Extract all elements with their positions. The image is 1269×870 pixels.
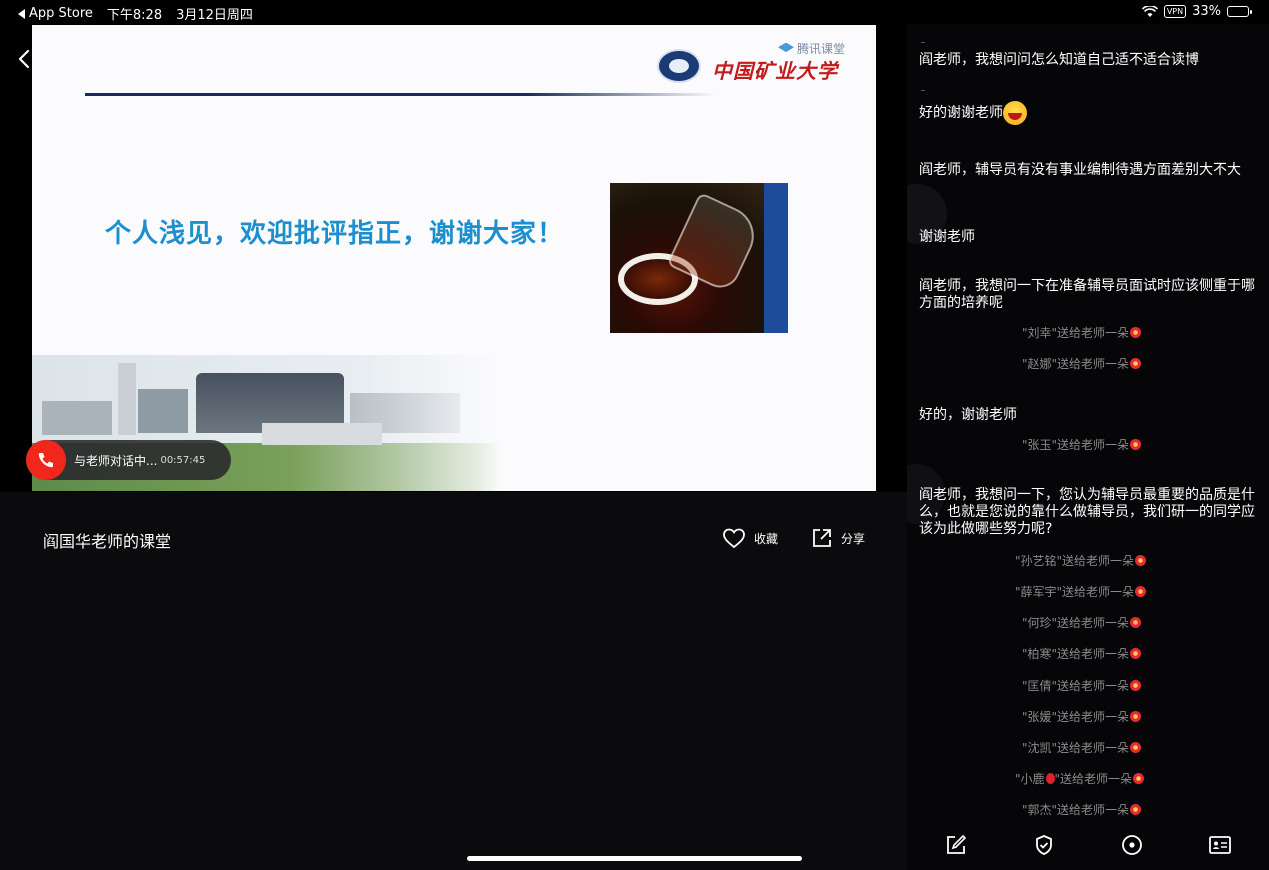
separator-dots — [921, 42, 925, 43]
gift-text: "匡倩"送给老师一朵 — [1022, 679, 1130, 693]
balloon-icon — [1045, 773, 1055, 784]
gift-notice: "赵娜"送给老师一朵 — [1022, 355, 1142, 372]
heart-icon — [723, 528, 745, 549]
gift-text: "薛军宇"送给老师一朵 — [1015, 585, 1135, 599]
gift-text: "孙艺铭"送给老师一朵 — [1015, 554, 1135, 568]
call-status-pill[interactable]: 与老师对话中... 00:57:45 — [26, 440, 231, 480]
gift-notice: "薛军宇"送给老师一朵 — [1015, 583, 1147, 600]
presentation-slide: 中国矿业大学 腾讯课堂 个人浅见，欢迎批评指正，谢谢大家！ — [32, 25, 876, 491]
flower-icon — [1130, 439, 1142, 450]
gift-notice: "匡倩"送给老师一朵 — [1022, 677, 1142, 694]
gift-text: "赵娜"送给老师一朵 — [1022, 357, 1130, 371]
flower-icon — [1130, 358, 1142, 369]
chat-message: 阎老师，我想问一下在准备辅导员面试时应该侧重于哪方面的培养呢 — [919, 278, 1255, 311]
battery-percent: 33% — [1192, 4, 1221, 19]
edit-icon[interactable] — [943, 832, 969, 858]
flower-icon — [1133, 773, 1145, 784]
favorite-button[interactable]: 收藏 — [722, 527, 778, 549]
favorite-label: 收藏 — [754, 531, 779, 546]
back-triangle-icon — [18, 8, 25, 19]
call-duration: 00:57:45 — [160, 454, 206, 466]
chat-message: 阎老师，辅导员有没有事业编制待遇方面差别大不大 — [919, 162, 1241, 178]
shield-icon[interactable] — [1031, 832, 1057, 858]
gift-notice: "小鹿 "送给老师一朵 — [1015, 770, 1145, 787]
chat-panel[interactable]: 阎老师，我想问问怎么知道自己适不适合读博 好的谢谢老师 阎老师，辅导员有没有事业… — [907, 24, 1269, 870]
status-date: 3月12日周四 — [176, 8, 253, 23]
campus-plaza — [262, 423, 382, 445]
separator-dots — [921, 90, 925, 91]
flower-icon — [1130, 648, 1142, 659]
wifi-icon — [1141, 5, 1158, 17]
gift-text: "小鹿 — [1015, 772, 1045, 786]
gift-text: "何珍"送给老师一朵 — [1022, 616, 1130, 630]
battery-icon — [1227, 6, 1252, 17]
chat-message-text: 好的谢谢老师 — [919, 105, 1003, 121]
status-time: 下午8:28 — [106, 8, 163, 23]
flower-icon — [1130, 711, 1142, 722]
target-icon[interactable] — [1119, 832, 1145, 858]
grinning-emoji-icon — [1003, 101, 1027, 125]
campus-building — [138, 389, 188, 433]
gift-text: "张媛"送给老师一朵 — [1022, 710, 1130, 724]
flower-icon — [1135, 555, 1147, 566]
chat-message: 好的，谢谢老师 — [919, 407, 1017, 423]
share-label: 分享 — [841, 531, 866, 546]
tea-photo — [610, 183, 788, 333]
chat-message: 谢谢老师 — [919, 229, 975, 245]
photo-blue-bar — [764, 183, 788, 333]
phone-icon[interactable] — [26, 440, 66, 480]
watermark-label: 腾讯课堂 — [797, 42, 846, 56]
slide-headline: 个人浅见，欢迎批评指正，谢谢大家！ — [105, 219, 565, 249]
gift-text: "郭杰"送给老师一朵 — [1022, 803, 1130, 817]
status-bar: App Store 下午8:28 3月12日周四 VPN 33% — [0, 0, 1269, 24]
share-button[interactable]: 分享 — [811, 527, 865, 549]
university-emblem-icon — [657, 49, 701, 83]
chat-message: 阎老师，我想问一下，您认为辅导员最重要的品质是什么，也就是您说的靠什么做辅导员，… — [919, 487, 1255, 537]
flower-icon — [1130, 327, 1142, 338]
flower-icon — [1130, 617, 1142, 628]
university-name: 中国矿业大学 — [712, 59, 838, 83]
graduation-cap-icon — [778, 42, 794, 53]
flower-icon — [1130, 680, 1142, 691]
gift-notice: "何珍"送给老师一朵 — [1022, 614, 1142, 631]
tencent-classroom-watermark: 腾讯课堂 — [778, 40, 845, 57]
course-title: 阎国华老师的课堂 — [43, 532, 172, 551]
gift-text: "送给老师一朵 — [1054, 772, 1133, 786]
gift-notice: "刘幸"送给老师一朵 — [1022, 324, 1142, 341]
call-status-text: 与老师对话中... — [74, 453, 158, 468]
chat-message: 好的谢谢老师 — [919, 101, 1267, 125]
gift-notice: "孙艺铭"送给老师一朵 — [1015, 552, 1147, 569]
flower-icon — [1130, 804, 1142, 815]
gift-text: "刘幸"送给老师一朵 — [1022, 326, 1130, 340]
id-card-icon[interactable] — [1207, 832, 1233, 858]
chat-message: 阎老师，我想问问怎么知道自己适不适合读博 — [919, 52, 1199, 68]
flower-icon — [1135, 586, 1147, 597]
gift-notice: "张玉"送给老师一朵 — [1022, 436, 1142, 453]
gift-text: "张玉"送给老师一朵 — [1022, 438, 1130, 452]
back-app-label: App Store — [29, 6, 93, 21]
main-panel: 中国矿业大学 腾讯课堂 个人浅见，欢迎批评指正，谢谢大家！ 与老师对话中... … — [0, 24, 907, 870]
back-to-app-store[interactable]: App Store — [18, 6, 93, 21]
gift-text: "柏寒"送给老师一朵 — [1022, 647, 1130, 661]
home-indicator[interactable] — [467, 856, 802, 861]
gift-notice: "沈凯"送给老师一朵 — [1022, 739, 1142, 756]
share-icon — [813, 529, 831, 547]
video-area[interactable]: 中国矿业大学 腾讯课堂 个人浅见，欢迎批评指正，谢谢大家！ 与老师对话中... … — [0, 24, 907, 492]
gift-notice: "柏寒"送给老师一朵 — [1022, 645, 1142, 662]
campus-building — [42, 401, 112, 435]
gift-text: "沈凯"送给老师一朵 — [1022, 741, 1130, 755]
gift-notice: "郭杰"送给老师一朵 — [1022, 801, 1142, 818]
vpn-badge: VPN — [1163, 5, 1187, 18]
flower-icon — [1130, 742, 1142, 753]
chat-toolbar — [907, 832, 1269, 862]
gift-notice: "张媛"送给老师一朵 — [1022, 708, 1142, 725]
campus-tower — [118, 363, 136, 435]
slide-header-line — [85, 93, 715, 96]
